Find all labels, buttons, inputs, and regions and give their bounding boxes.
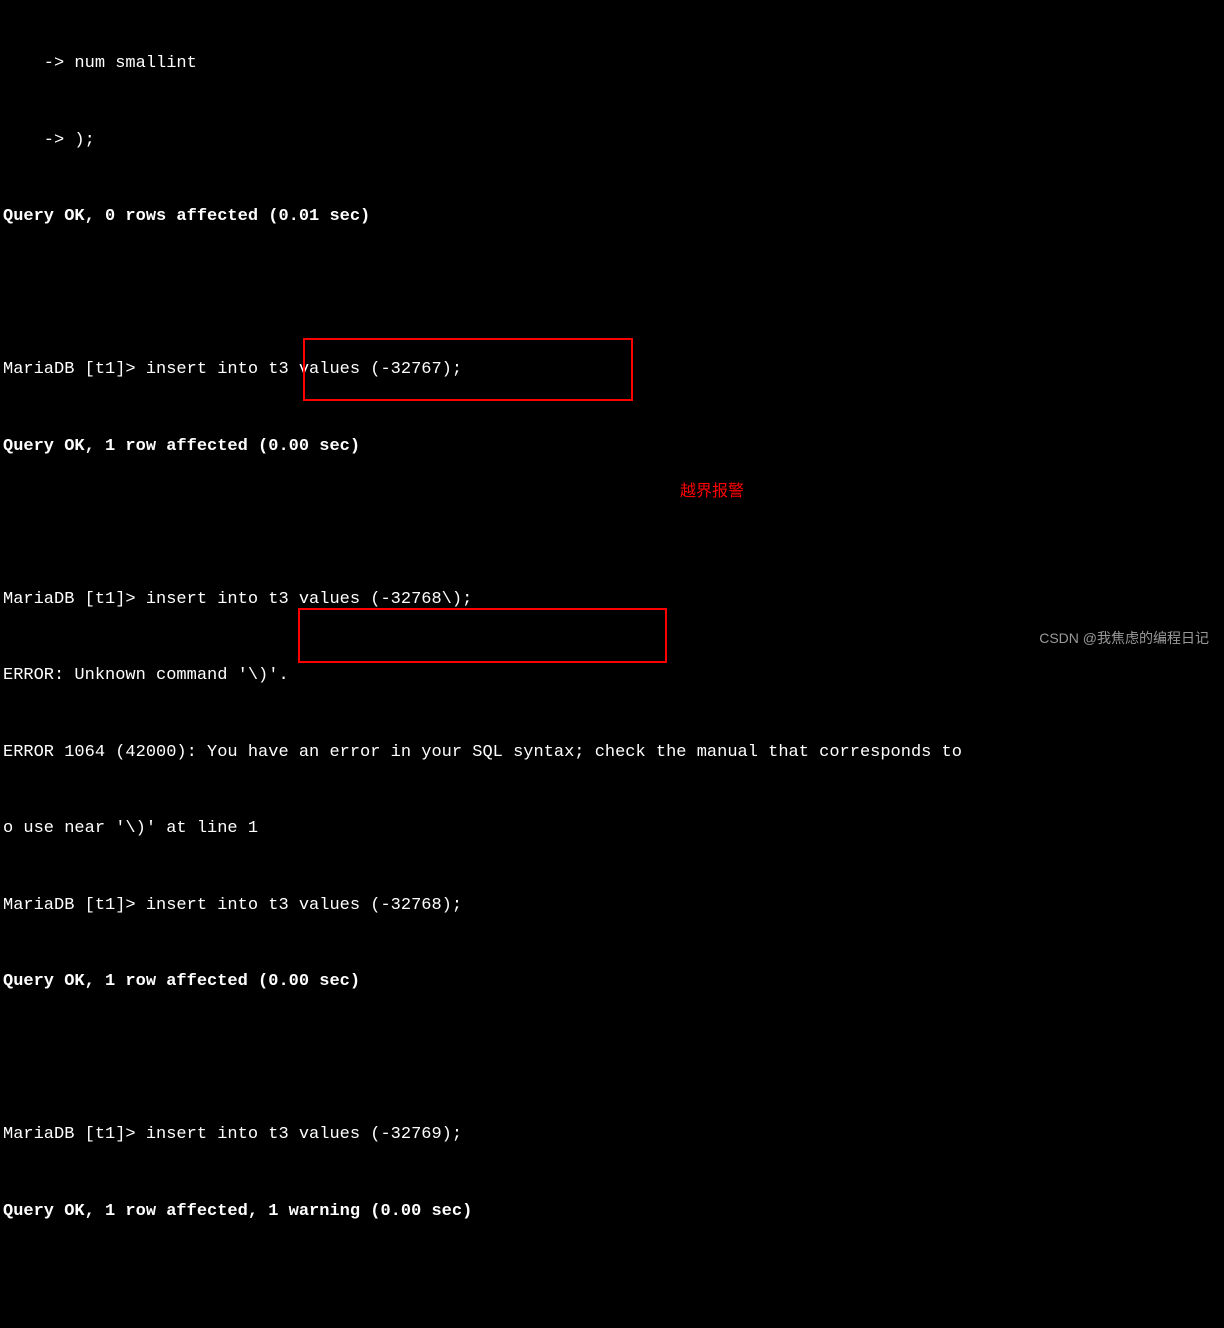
- terminal-line: MariaDB [t1]> insert into t3 values (-32…: [3, 893, 1221, 919]
- terminal-output: -> num smallint -> ); Query OK, 0 rows a…: [3, 0, 1221, 1328]
- terminal-line: [3, 1046, 1221, 1072]
- watermark-text: CSDN @我焦虑的编程日记: [1039, 628, 1209, 649]
- terminal-line: -> );: [3, 128, 1221, 154]
- terminal-line: Query OK, 1 row affected (0.00 sec): [3, 434, 1221, 460]
- terminal-line: [3, 281, 1221, 307]
- terminal-line: [3, 510, 1221, 536]
- terminal-line: Query OK, 1 row affected (0.00 sec): [3, 969, 1221, 995]
- terminal-line: MariaDB [t1]> insert into t3 values (-32…: [3, 357, 1221, 383]
- annotation-overflow-warning: 越界报警: [680, 480, 744, 504]
- terminal-line: -> num smallint: [3, 51, 1221, 77]
- terminal-line: ERROR 1064 (42000): You have an error in…: [3, 740, 1221, 766]
- terminal-line: Query OK, 1 row affected, 1 warning (0.0…: [3, 1199, 1221, 1225]
- terminal-line: MariaDB [t1]> insert into t3 values (-32…: [3, 587, 1221, 613]
- terminal-line: o use near '\)' at line 1: [3, 816, 1221, 842]
- terminal-line: Query OK, 0 rows affected (0.01 sec): [3, 204, 1221, 230]
- terminal-line: [3, 1275, 1221, 1301]
- terminal-line: MariaDB [t1]> insert into t3 values (-32…: [3, 1122, 1221, 1148]
- terminal-line: ERROR: Unknown command '\)'.: [3, 663, 1221, 689]
